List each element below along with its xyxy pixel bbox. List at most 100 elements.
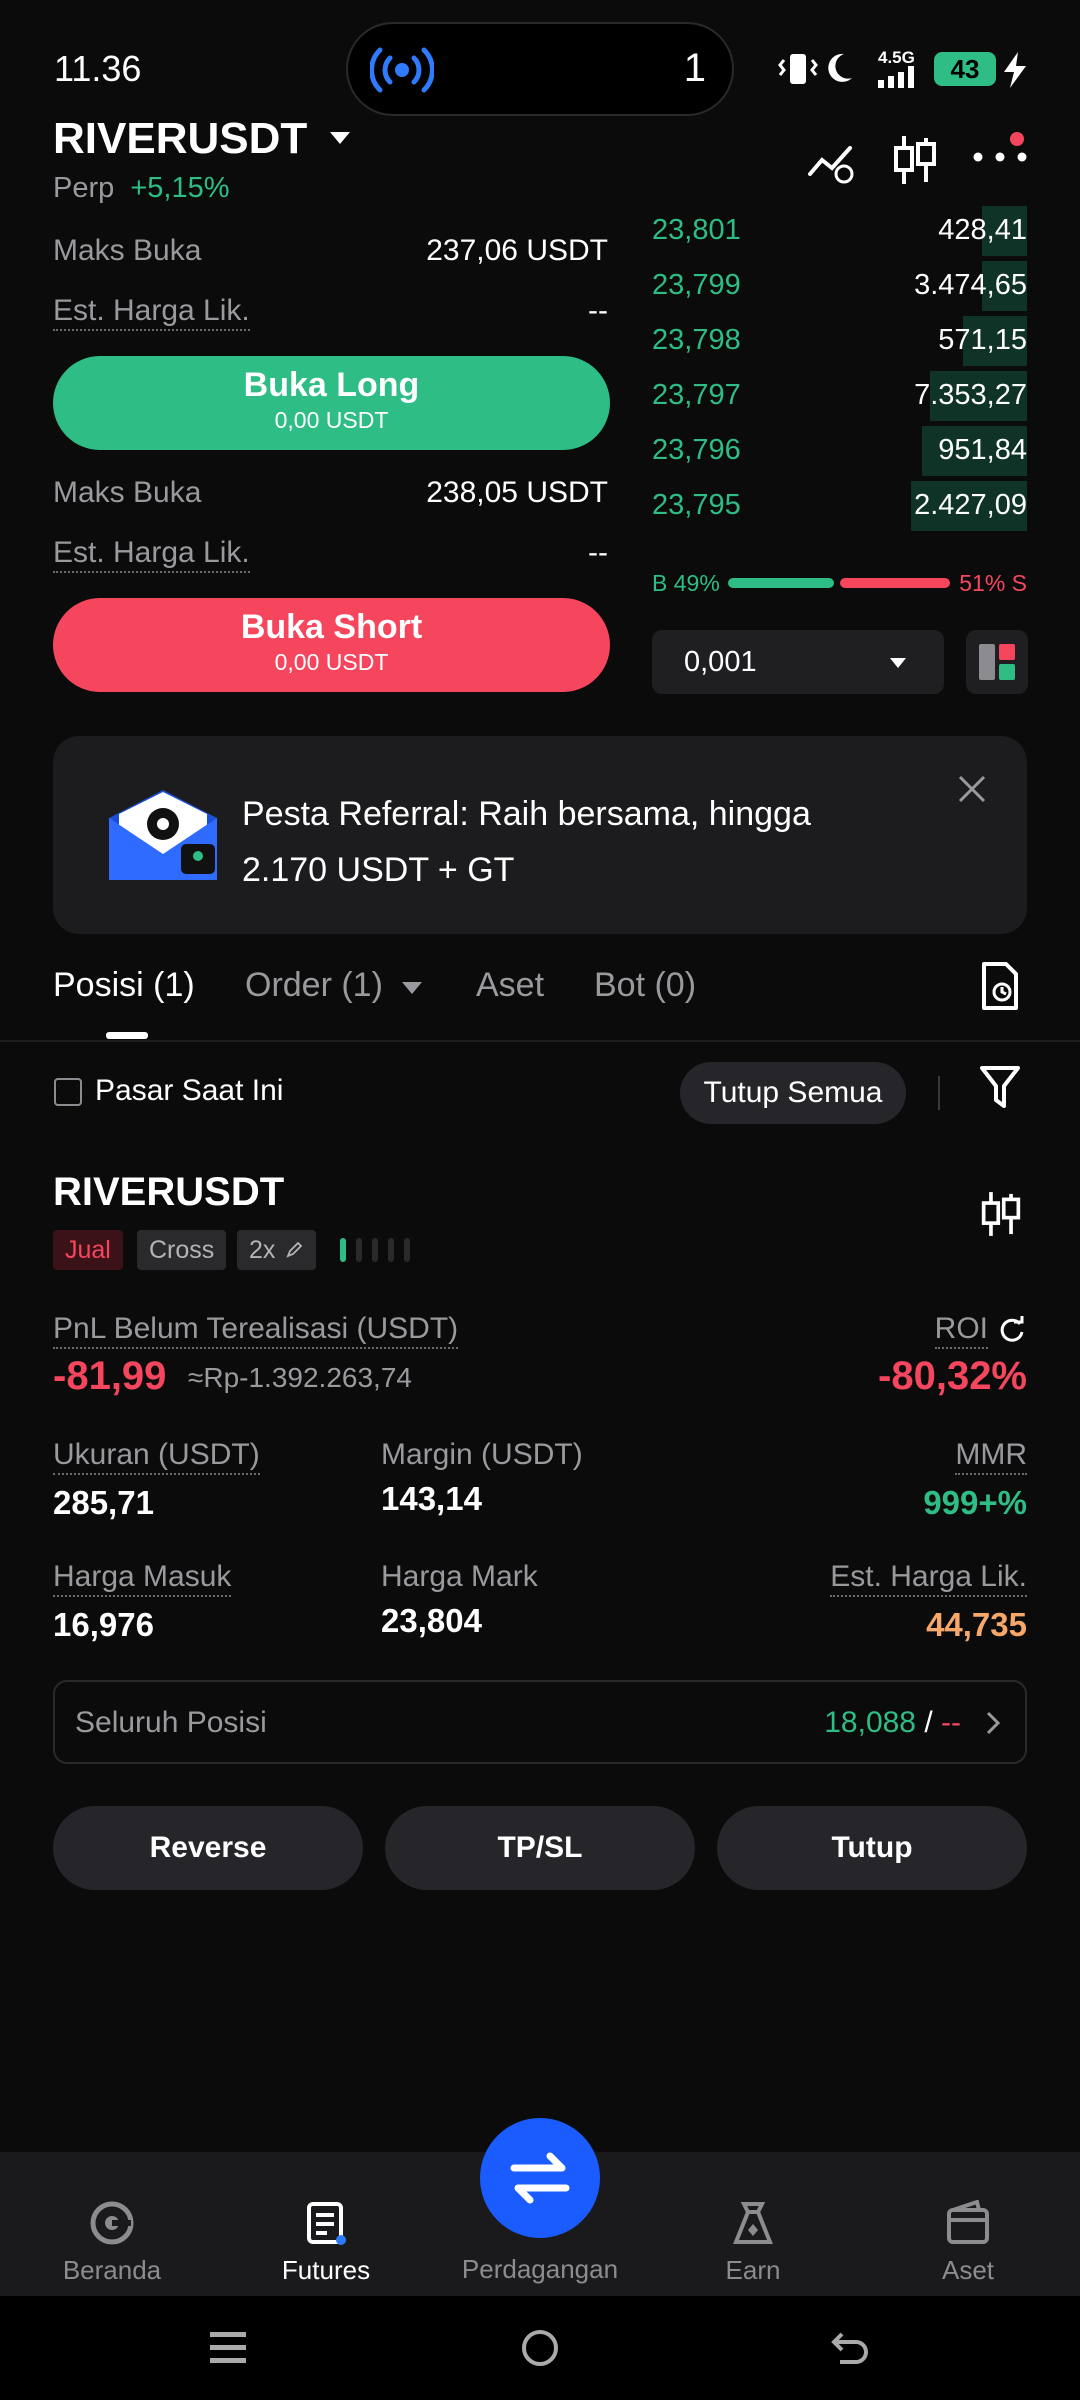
notification-dot bbox=[1010, 132, 1024, 146]
current-market-checkbox[interactable] bbox=[54, 1078, 82, 1106]
short-liq-value: -- bbox=[588, 536, 608, 569]
battery-level: 43 bbox=[934, 52, 996, 86]
long-max-open-label: Maks Buka bbox=[53, 234, 202, 267]
order-book-price: 23,801 bbox=[652, 214, 741, 246]
chevron-down-icon[interactable] bbox=[328, 130, 352, 146]
close-all-button[interactable]: Tutup Semua bbox=[680, 1062, 906, 1124]
entry-price-value: 16,976 bbox=[53, 1606, 154, 1643]
nav-futures[interactable]: Futures bbox=[226, 2200, 426, 2286]
status-time: 11.36 bbox=[54, 48, 142, 89]
risk-level-indicator bbox=[340, 1238, 410, 1267]
open-long-label: Buka Long bbox=[243, 366, 420, 404]
position-symbol[interactable]: RIVERUSDT bbox=[53, 1170, 284, 1215]
roi-label[interactable]: ROI bbox=[934, 1312, 988, 1349]
size-label[interactable]: Ukuran (USDT) bbox=[53, 1438, 260, 1475]
dynamic-island[interactable]: 1 bbox=[346, 22, 734, 116]
all-positions-value: 18,088 bbox=[824, 1706, 916, 1739]
referral-banner[interactable]: Pesta Referral: Raih bersama, hingga 2.1… bbox=[53, 736, 1027, 934]
entry-price-label[interactable]: Harga Masuk bbox=[53, 1560, 232, 1597]
nav-home-label: Beranda bbox=[62, 2255, 162, 2285]
sell-ratio: 51% S bbox=[959, 570, 1027, 596]
home-button-icon[interactable] bbox=[520, 2328, 560, 2368]
precision-value: 0,001 bbox=[684, 646, 757, 678]
order-book-row[interactable]: 23,799 3.474,65 bbox=[652, 259, 1027, 313]
position-liq-value: 44,735 bbox=[926, 1606, 1027, 1643]
position-liq-label[interactable]: Est. Harga Lik. bbox=[830, 1560, 1027, 1597]
tpsl-button[interactable]: TP/SL bbox=[385, 1806, 695, 1890]
close-icon[interactable] bbox=[957, 774, 987, 804]
precision-select[interactable]: 0,001 bbox=[652, 630, 944, 694]
margin-mode-badge: Cross bbox=[137, 1230, 227, 1270]
ratio-sell-bar bbox=[840, 578, 950, 588]
tab-orders-label: Order (1) bbox=[245, 966, 383, 1004]
refresh-icon[interactable] bbox=[998, 1316, 1026, 1344]
charging-icon bbox=[1004, 52, 1026, 88]
tab-bots[interactable]: Bot (0) bbox=[594, 966, 696, 1005]
open-short-label: Buka Short bbox=[240, 608, 423, 646]
edit-icon bbox=[286, 1241, 303, 1258]
tab-positions[interactable]: Posisi (1) bbox=[53, 966, 195, 1005]
layout-icon bbox=[979, 644, 1015, 680]
island-count: 1 bbox=[683, 46, 706, 90]
close-position-button[interactable]: Tutup bbox=[717, 1806, 1027, 1890]
mmr-label[interactable]: MMR bbox=[955, 1438, 1027, 1475]
wallet-icon bbox=[947, 2199, 989, 2244]
order-book-quantity: 571,15 bbox=[938, 324, 1027, 356]
side-badge: Jual bbox=[53, 1230, 123, 1270]
trade-button[interactable] bbox=[480, 2118, 600, 2238]
nav-assets-label: Aset bbox=[941, 2255, 995, 2285]
orderbook-layout-button[interactable] bbox=[966, 630, 1028, 694]
filter-icon[interactable] bbox=[980, 1066, 1020, 1110]
chevron-down-icon[interactable] bbox=[402, 982, 422, 994]
all-positions-values: 18,088 / -- bbox=[824, 1706, 961, 1740]
nav-earn[interactable]: Earn bbox=[653, 2200, 853, 2286]
current-market-label[interactable]: Pasar Saat Ini bbox=[95, 1074, 283, 1108]
order-book-row[interactable]: 23,801 428,41 bbox=[652, 204, 1027, 258]
pnl-value: -81,99 bbox=[53, 1354, 167, 1398]
all-positions-label: Seluruh Posisi bbox=[75, 1706, 267, 1739]
open-short-button[interactable]: Buka Short 0,00 USDT bbox=[53, 598, 610, 692]
candlestick-chart-icon[interactable] bbox=[892, 134, 938, 186]
long-liq-label[interactable]: Est. Harga Lik. bbox=[53, 294, 250, 331]
price-alert-icon[interactable] bbox=[806, 140, 858, 184]
nav-assets[interactable]: Aset bbox=[868, 2199, 1068, 2286]
tab-orders[interactable]: Order (1) bbox=[245, 966, 383, 1005]
mark-price-label: Harga Mark bbox=[381, 1560, 538, 1593]
recent-apps-icon[interactable] bbox=[208, 2330, 248, 2366]
all-positions-row[interactable]: Seluruh Posisi 18,088 / -- bbox=[53, 1680, 1027, 1764]
all-positions-separator: / bbox=[916, 1706, 942, 1739]
reverse-button[interactable]: Reverse bbox=[53, 1806, 363, 1890]
pnl-label[interactable]: PnL Belum Terealisasi (USDT) bbox=[53, 1312, 459, 1349]
order-book-row[interactable]: 23,795 2.427,09 bbox=[652, 479, 1027, 533]
order-book-quantity: 2.427,09 bbox=[914, 489, 1027, 521]
nav-trade-label: Perdagangan bbox=[461, 2254, 619, 2284]
order-book-price: 23,798 bbox=[652, 324, 741, 356]
signal-icon bbox=[878, 66, 914, 88]
broadcast-icon bbox=[370, 47, 434, 93]
buy-ratio: B 49% bbox=[652, 570, 720, 596]
mark-price-value: 23,804 bbox=[381, 1602, 482, 1639]
order-book-row[interactable]: 23,798 571,15 bbox=[652, 314, 1027, 368]
short-liq-label[interactable]: Est. Harga Lik. bbox=[53, 536, 250, 573]
tabs-divider bbox=[0, 1040, 1080, 1042]
history-icon[interactable] bbox=[980, 962, 1020, 1010]
nav-trade[interactable]: Perdagangan bbox=[440, 2250, 640, 2285]
home-icon bbox=[90, 2201, 134, 2245]
open-long-button[interactable]: Buka Long 0,00 USDT bbox=[53, 356, 610, 450]
margin-label: Margin (USDT) bbox=[381, 1438, 583, 1471]
symbol-title[interactable]: RIVERUSDT bbox=[53, 114, 307, 164]
leverage-badge[interactable]: 2x bbox=[237, 1230, 317, 1270]
order-book-price: 23,799 bbox=[652, 269, 741, 301]
order-book-row[interactable]: 23,796 951,84 bbox=[652, 424, 1027, 478]
ratio-buy-bar bbox=[728, 578, 834, 588]
chevron-down-icon bbox=[890, 658, 906, 668]
nav-home[interactable]: Beranda bbox=[12, 2200, 212, 2286]
contract-type-label: Perp bbox=[53, 172, 115, 204]
candlestick-chart-icon[interactable] bbox=[980, 1190, 1022, 1238]
leverage-value: 2x bbox=[249, 1236, 276, 1264]
back-icon[interactable] bbox=[828, 2328, 872, 2368]
tab-assets[interactable]: Aset bbox=[476, 966, 544, 1005]
order-book-row[interactable]: 23,797 7.353,27 bbox=[652, 369, 1027, 423]
filter-divider bbox=[938, 1076, 940, 1110]
more-icon[interactable] bbox=[972, 150, 1028, 164]
